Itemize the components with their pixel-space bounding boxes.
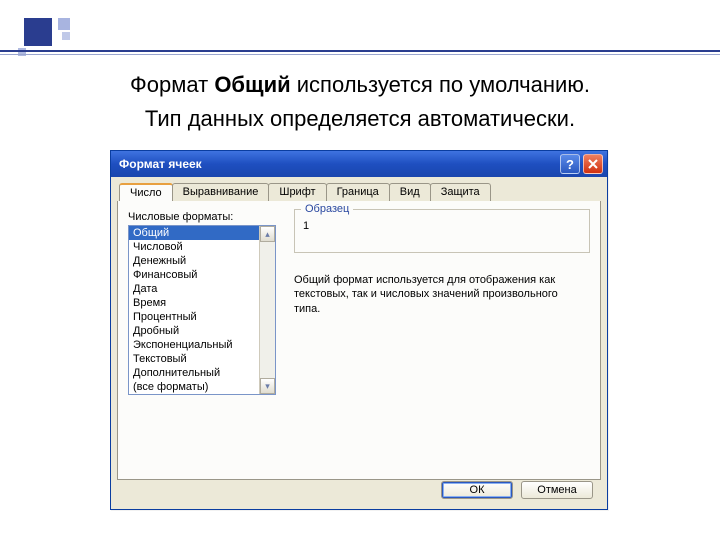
list-item[interactable]: (все форматы) <box>129 380 259 394</box>
dialog-title: Формат ячеек <box>119 157 557 171</box>
list-item[interactable]: Дата <box>129 282 259 296</box>
scroll-down-button[interactable]: ▾ <box>260 378 275 394</box>
close-icon <box>588 159 598 169</box>
list-item[interactable]: Экспоненциальный <box>129 338 259 352</box>
cancel-button[interactable]: Отмена <box>521 481 593 499</box>
list-item[interactable]: Время <box>129 296 259 310</box>
tab-row: Число Выравнивание Шрифт Граница Вид Защ… <box>111 177 607 201</box>
caption-text: используется по умолчанию. <box>291 72 590 97</box>
tab-alignment[interactable]: Выравнивание <box>172 183 270 201</box>
help-button[interactable]: ? <box>560 154 580 174</box>
caption-text: Формат <box>130 72 214 97</box>
format-cells-dialog: Формат ячеек ? Число Выравнивание Шрифт … <box>110 150 608 510</box>
tab-font[interactable]: Шрифт <box>268 183 326 201</box>
list-item[interactable]: Денежный <box>129 254 259 268</box>
list-item[interactable]: Общий <box>129 226 259 240</box>
caption-bold: Общий <box>214 72 290 97</box>
list-item[interactable]: Процентный <box>129 310 259 324</box>
list-item[interactable]: Финансовый <box>129 268 259 282</box>
number-formats-listbox[interactable]: Общий Числовой Денежный Финансовый Дата … <box>128 225 276 395</box>
format-description: Общий формат используется для отображени… <box>294 273 580 316</box>
sample-value: 1 <box>303 220 581 232</box>
scroll-up-button[interactable]: ▴ <box>260 226 275 242</box>
list-item[interactable]: Дробный <box>129 324 259 338</box>
dialog-button-row: ОК Отмена <box>441 481 593 499</box>
list-item[interactable]: Текстовый <box>129 352 259 366</box>
titlebar[interactable]: Формат ячеек ? <box>111 151 607 177</box>
sample-label: Образец <box>301 203 353 215</box>
chevron-up-icon: ▴ <box>265 229 270 240</box>
tab-panel-number: Числовые форматы: Общий Числовой Денежны… <box>117 200 601 480</box>
sample-group: Образец 1 <box>294 209 590 253</box>
list-item[interactable]: Числовой <box>129 240 259 254</box>
tab-view[interactable]: Вид <box>389 183 431 201</box>
divider <box>0 50 720 52</box>
divider <box>0 54 720 55</box>
slide-caption: Формат Общий используется по умолчанию. … <box>0 68 720 136</box>
list-item[interactable]: Дополнительный <box>129 366 259 380</box>
ok-button[interactable]: ОК <box>441 481 513 499</box>
caption-line2: Тип данных определяется автоматически. <box>0 102 720 136</box>
close-button[interactable] <box>583 154 603 174</box>
tab-protection[interactable]: Защита <box>430 183 491 201</box>
scrollbar[interactable]: ▴ ▾ <box>259 226 275 394</box>
chevron-down-icon: ▾ <box>265 381 270 392</box>
tab-number[interactable]: Число <box>119 183 173 201</box>
tab-border[interactable]: Граница <box>326 183 390 201</box>
